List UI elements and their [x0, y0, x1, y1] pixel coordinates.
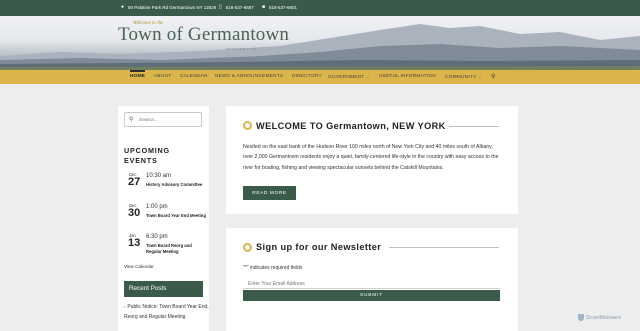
recent-posts-header: Recent Posts [124, 281, 203, 297]
recent-post-item[interactable]: › Public Notice: Town Board Year End, Reo… [124, 302, 209, 322]
phone-text[interactable]: 518-537-6687 [226, 5, 254, 10]
nav-about[interactable]: ABOUT [154, 74, 172, 79]
submit-button[interactable]: SUBMIT [243, 290, 500, 301]
phone-item[interactable]: ▯ 518-537-6687 [219, 4, 254, 10]
ring-bullet-icon [243, 121, 252, 130]
event-time: 10:30 am [146, 173, 172, 179]
top-contact-bar: ● 50 Palatine Park Rd Germantown NY 1252… [0, 0, 640, 16]
site-logo-title[interactable]: Town of Germantown [118, 24, 289, 46]
event-day: 13 [128, 237, 141, 249]
recent-post-title[interactable]: Public Notice: Town Board Year End, Reor… [124, 304, 209, 320]
upcoming-events-title: UPCOMING EVENTS [124, 146, 170, 165]
fax-text: 518-537-6601 [269, 4, 298, 10]
nav-calendar[interactable]: CALENDAR [180, 74, 208, 79]
nav-home[interactable]: HOME [130, 70, 146, 79]
welcome-card: WELCOME TO Germantown, NEW YORK Nestled … [226, 106, 518, 214]
search-icon[interactable]: ⚲ [491, 73, 495, 80]
address-text: 50 Palatine Park Rd Germantown NY 12526 [128, 4, 217, 10]
event-day: 30 [128, 207, 141, 219]
map-marker-icon: ● [121, 4, 125, 10]
event-title[interactable]: Town Board Reorg and Regular Meeting [146, 243, 206, 256]
welcome-paragraph: Nestled on the east bank of the Hudson R… [243, 144, 499, 171]
required-fields-note: "*" indicates required fields [243, 265, 303, 271]
sidebar-search-box[interactable]: ⚲ [124, 112, 202, 127]
event-time: 1:00 pm [146, 204, 168, 210]
nav-directory[interactable]: DIRECTORY [292, 74, 322, 79]
heading-divider [389, 247, 499, 248]
address-item: ● 50 Palatine Park Rd Germantown NY 1252… [121, 4, 216, 10]
logo-settled: SETTLED 1710 [226, 47, 257, 51]
header-banner: Welcome to the Town of Germantown SETTLE… [0, 16, 640, 70]
nav-government[interactable]: GOVERNMENT ⌵ [328, 74, 370, 80]
search-icon: ⚲ [129, 117, 134, 123]
chevron-down-icon: ⌵ [478, 74, 482, 79]
ring-bullet-icon [243, 243, 252, 252]
event-time: 6:30 pm [146, 234, 168, 240]
heading-divider [449, 126, 499, 127]
mobile-phone-icon: ▯ [219, 4, 222, 10]
watermark-text: ScanMalware [586, 314, 622, 321]
main-navigation: HOME ABOUT CALENDAR NEWS & ANNOUNCEMENTS… [0, 70, 640, 84]
event-title[interactable]: Town Board Year End Meeting [146, 213, 206, 219]
welcome-heading: WELCOME TO Germantown, NEW YORK [256, 121, 446, 131]
watermark: ScanMalware [578, 313, 634, 322]
shield-icon [578, 314, 584, 321]
event-day: 27 [128, 176, 141, 188]
fax-item: ■ 518-537-6601 [262, 4, 297, 10]
event-title[interactable]: History Advisory Committee [146, 182, 206, 188]
mountain-landscape-image [0, 24, 640, 70]
newsletter-heading: Sign up for our Newsletter [256, 242, 382, 252]
read-more-button[interactable]: READ MORE [243, 186, 296, 200]
view-calendar-link[interactable]: View Calendar [124, 264, 154, 269]
email-field[interactable] [243, 279, 500, 289]
sidebar-card: ⚲ UPCOMING EVENTS Dec 27 10:30 am Histor… [118, 106, 209, 331]
newsletter-card: Sign up for our Newsletter "*" indicates… [226, 228, 518, 331]
nav-news-announcements[interactable]: NEWS & ANNOUNCEMENTS [215, 74, 283, 79]
nav-community[interactable]: COMMUNITY ⌵ [445, 74, 482, 80]
chevron-down-icon: ⌵ [366, 74, 370, 79]
sidebar-search-input[interactable] [139, 116, 199, 124]
fax-icon: ■ [262, 4, 266, 10]
chevron-right-icon: › [124, 304, 126, 309]
nav-useful-information[interactable]: USEFUL INFORMATION [379, 74, 436, 79]
